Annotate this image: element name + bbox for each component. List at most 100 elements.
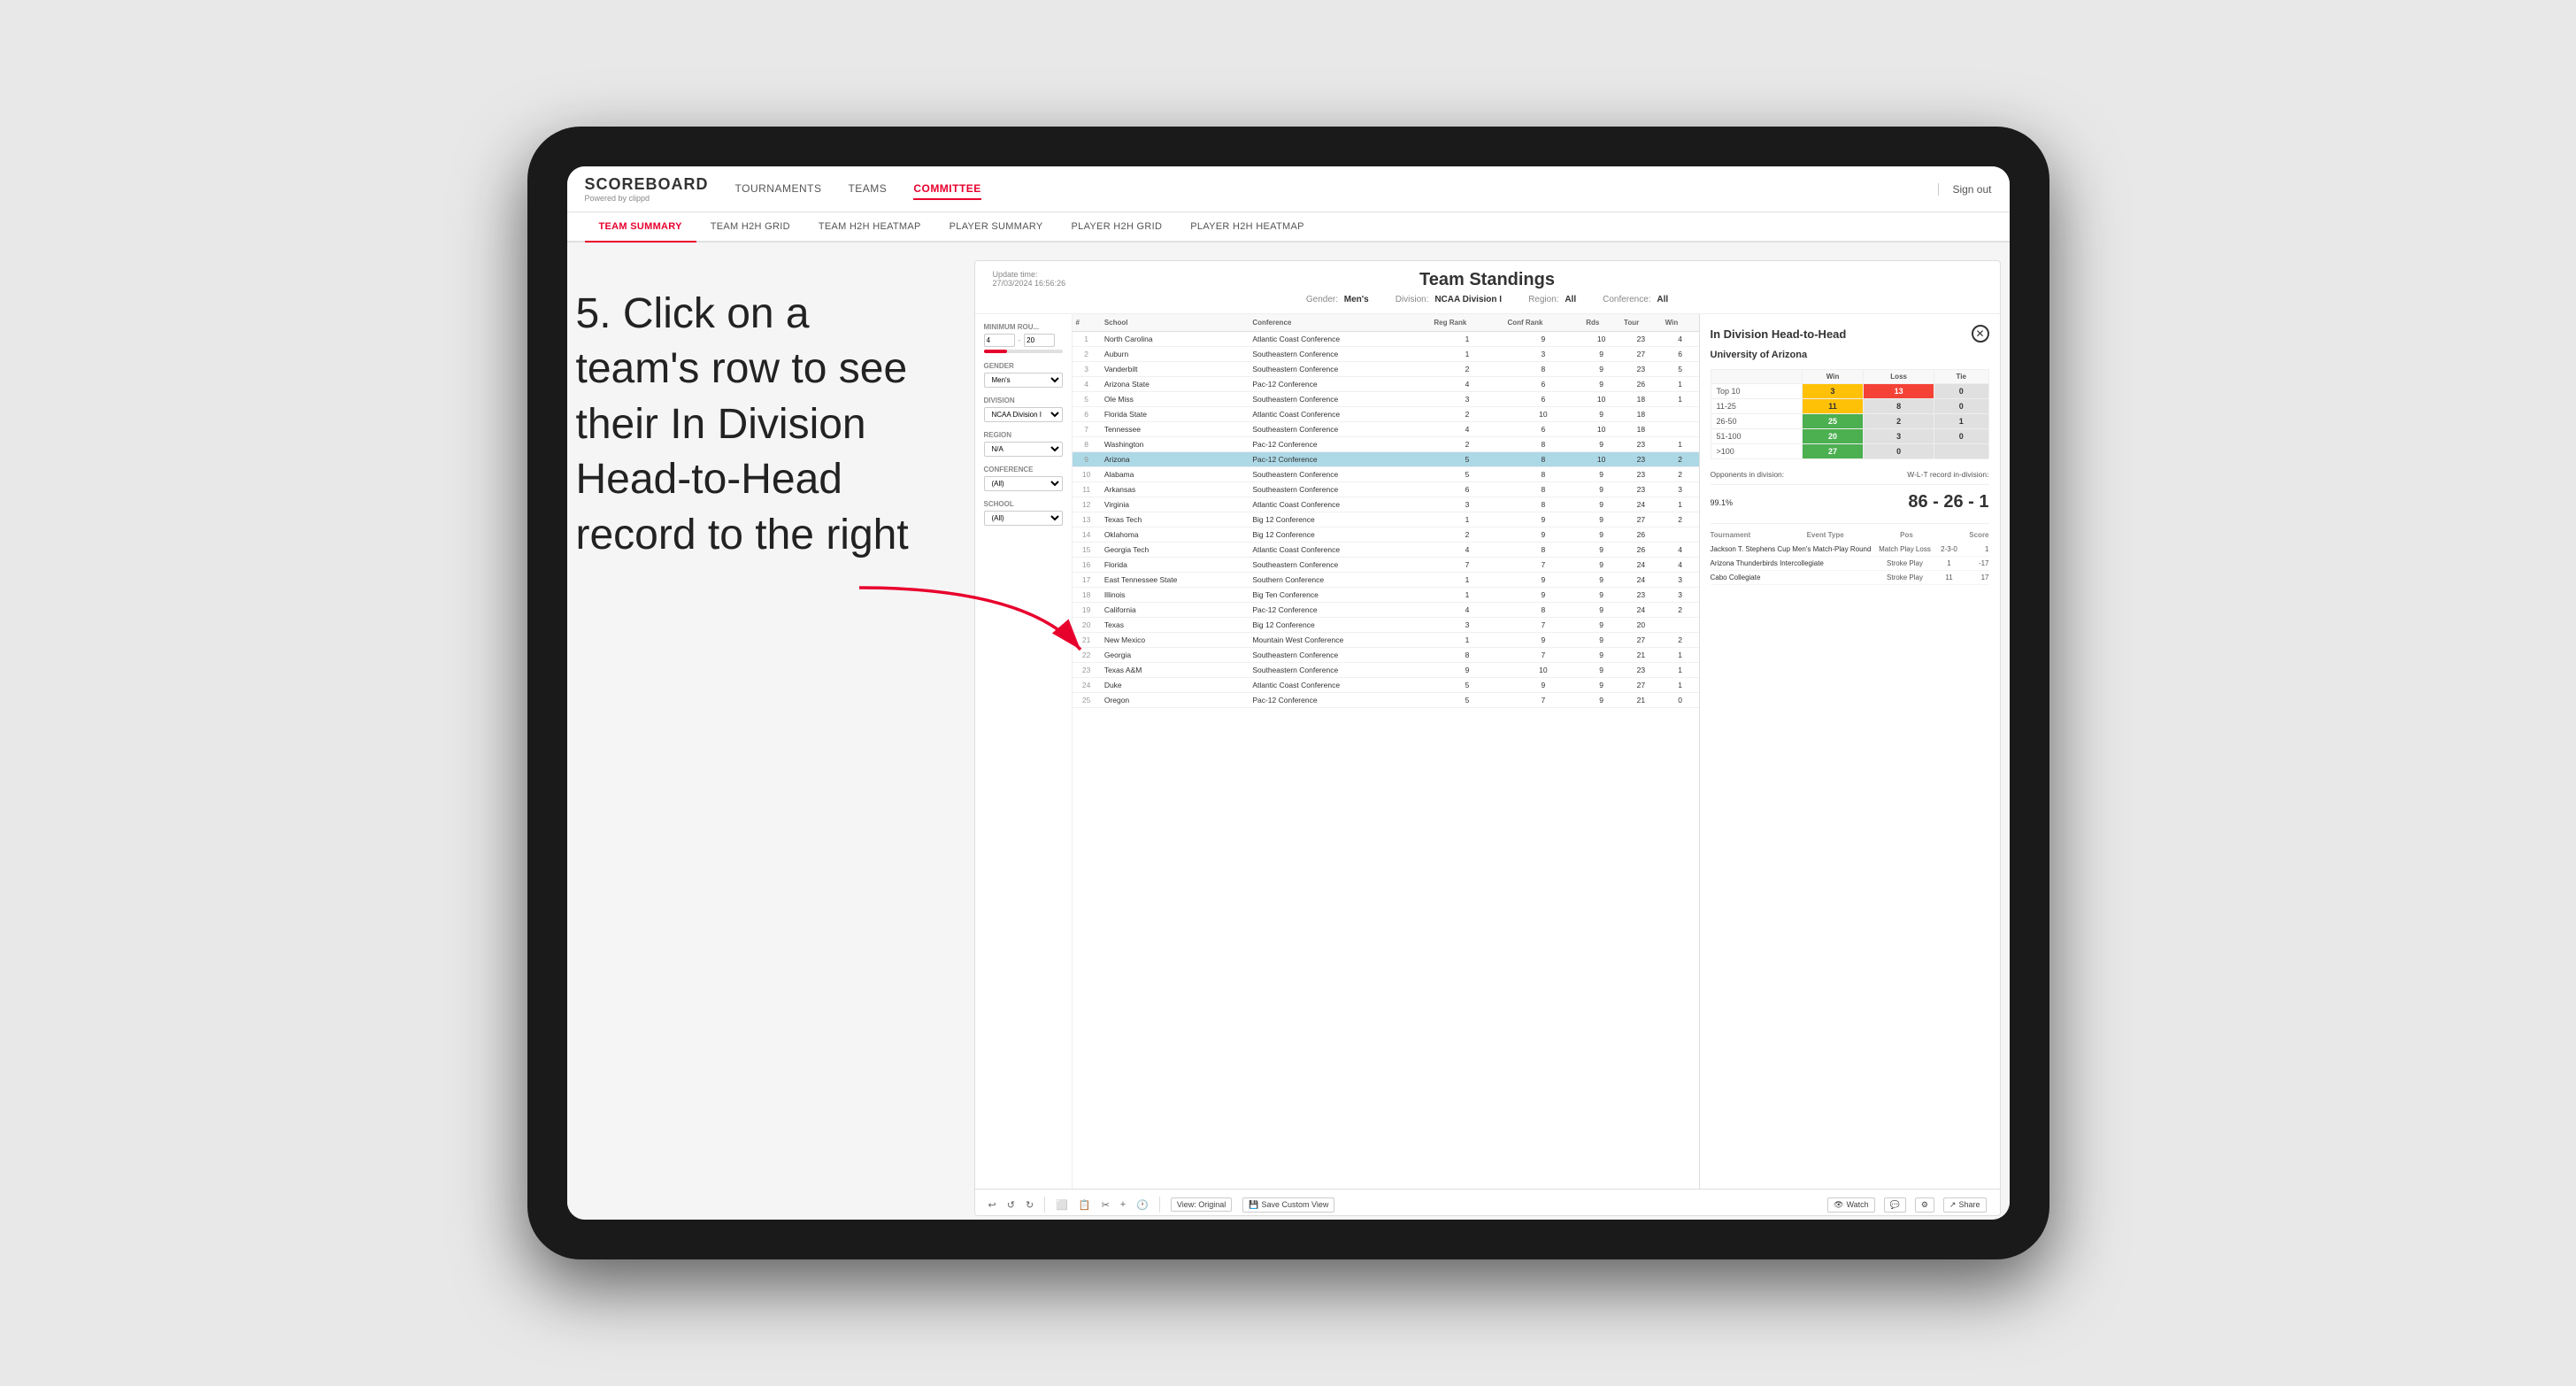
table-row[interactable]: 18 Illinois Big Ten Conference 1 9 9 23 … <box>1073 588 1699 603</box>
cell-win <box>1662 618 1699 633</box>
table-row[interactable]: 6 Florida State Atlantic Coast Conferenc… <box>1073 407 1699 422</box>
cell-conference: Southeastern Conference <box>1249 362 1430 377</box>
table-row[interactable]: 4 Arizona State Pac-12 Conference 4 6 9 … <box>1073 377 1699 392</box>
cell-win: 1 <box>1662 377 1699 392</box>
sub-nav-team-h2h-grid[interactable]: TEAM H2H GRID <box>696 212 804 241</box>
table-row[interactable]: 15 Georgia Tech Atlantic Coast Conferenc… <box>1073 543 1699 558</box>
cell-rank: 11 <box>1073 482 1101 497</box>
nav-teams[interactable]: TEAMS <box>848 179 887 200</box>
cell-win: 2 <box>1662 467 1699 482</box>
cell-tour: 24 <box>1620 558 1662 573</box>
sub-nav-team-h2h-heatmap[interactable]: TEAM H2H HEATMAP <box>804 212 935 241</box>
cell-conf-rank: 7 <box>1503 693 1582 708</box>
cell-conference: Pac-12 Conference <box>1249 377 1430 392</box>
max-rounds-input[interactable] <box>1024 334 1055 347</box>
cell-school: Vanderbilt <box>1101 362 1250 377</box>
cut-button[interactable]: ✂ <box>1102 1199 1110 1211</box>
cell-rds: 9 <box>1582 633 1620 648</box>
cell-conf-rank: 8 <box>1503 467 1582 482</box>
sub-nav-player-summary[interactable]: PLAYER SUMMARY <box>935 212 1057 241</box>
cell-reg-rank: 3 <box>1430 618 1503 633</box>
history-button[interactable]: 🕐 <box>1136 1199 1149 1211</box>
table-row[interactable]: 24 Duke Atlantic Coast Conference 5 9 9 … <box>1073 678 1699 693</box>
undo-button[interactable]: ↩ <box>988 1199 996 1211</box>
copy-button[interactable]: ⬜ <box>1056 1199 1068 1211</box>
table-row[interactable]: 23 Texas A&M Southeastern Conference 9 1… <box>1073 663 1699 678</box>
paste-button[interactable]: 📋 <box>1079 1199 1091 1211</box>
table-area[interactable]: # School Conference Reg Rank Conf Rank R… <box>1073 314 1699 1189</box>
tournament-row-2: Arizona Thunderbirds Intercollegiate Str… <box>1711 557 1989 571</box>
cell-rds: 9 <box>1582 648 1620 663</box>
table-row[interactable]: 21 New Mexico Mountain West Conference 1… <box>1073 633 1699 648</box>
sub-nav-team-summary[interactable]: TEAM SUMMARY <box>585 212 696 243</box>
h2h-close-button[interactable]: ✕ <box>1972 325 1989 343</box>
sub-nav-player-h2h-grid[interactable]: PLAYER H2H GRID <box>1057 212 1177 241</box>
table-row[interactable]: 25 Oregon Pac-12 Conference 5 7 9 21 0 <box>1073 693 1699 708</box>
table-row[interactable]: 12 Virginia Atlantic Coast Conference 3 … <box>1073 497 1699 512</box>
sign-out-link[interactable]: Sign out <box>1938 183 1991 196</box>
cell-tour: 27 <box>1620 678 1662 693</box>
cell-reg-rank: 1 <box>1430 347 1503 362</box>
table-row[interactable]: 14 Oklahoma Big 12 Conference 2 9 9 26 <box>1073 527 1699 543</box>
cell-conf-rank: 7 <box>1503 648 1582 663</box>
redo-button[interactable]: ↻ <box>1026 1199 1034 1211</box>
share-button[interactable]: ↗ Share <box>1943 1197 1987 1213</box>
table-row[interactable]: 19 California Pac-12 Conference 4 8 9 24… <box>1073 603 1699 618</box>
table-row[interactable]: 11 Arkansas Southeastern Conference 6 8 … <box>1073 482 1699 497</box>
tournament-row-3: Cabo Collegiate Stroke Play 11 17 <box>1711 571 1989 585</box>
division-select[interactable]: NCAA Division I NCAA Division II <box>984 407 1063 422</box>
table-row[interactable]: 13 Texas Tech Big 12 Conference 1 9 9 27… <box>1073 512 1699 527</box>
options-button[interactable]: ⚙ <box>1915 1197 1934 1213</box>
gender-select[interactable]: Men's Women's <box>984 373 1063 388</box>
table-row[interactable]: 7 Tennessee Southeastern Conference 4 6 … <box>1073 422 1699 437</box>
table-row[interactable]: 5 Ole Miss Southeastern Conference 3 6 1… <box>1073 392 1699 407</box>
col-school: School <box>1101 314 1250 332</box>
watch-button[interactable]: 👁 Watch <box>1827 1197 1875 1213</box>
sub-nav-player-h2h-heatmap[interactable]: PLAYER H2H HEATMAP <box>1176 212 1318 241</box>
view-original-button[interactable]: View: Original <box>1171 1197 1232 1212</box>
cell-reg-rank: 6 <box>1430 482 1503 497</box>
cell-school: Arizona State <box>1101 377 1250 392</box>
conference-select[interactable]: (All) ACC SEC <box>984 476 1063 491</box>
school-select[interactable]: (All) <box>984 511 1063 526</box>
cell-conference: Southeastern Conference <box>1249 663 1430 678</box>
cell-win: 2 <box>1662 633 1699 648</box>
logo-area: SCOREBOARD Powered by clippd <box>585 175 709 203</box>
h2h-win-51-100: 20 <box>1802 429 1863 444</box>
table-row[interactable]: 22 Georgia Southeastern Conference 8 7 9… <box>1073 648 1699 663</box>
nav-tournaments[interactable]: TOURNAMENTS <box>735 179 822 200</box>
cell-school: East Tennessee State <box>1101 573 1250 588</box>
cell-rds: 9 <box>1582 543 1620 558</box>
tournament-pos-1: 2-3-0 <box>1936 545 1963 553</box>
cell-win: 3 <box>1662 482 1699 497</box>
cell-tour: 23 <box>1620 482 1662 497</box>
back-button[interactable]: ↺ <box>1007 1199 1015 1211</box>
cell-school: Ole Miss <box>1101 392 1250 407</box>
min-rounds-input[interactable] <box>984 334 1015 347</box>
save-custom-button[interactable]: 💾 Save Custom View <box>1242 1197 1334 1213</box>
table-row[interactable]: 10 Alabama Southeastern Conference 5 8 9… <box>1073 467 1699 482</box>
watch-icon: 👁 <box>1834 1200 1843 1210</box>
table-row[interactable]: 9 Arizona Pac-12 Conference 5 8 10 23 2 <box>1073 452 1699 467</box>
cell-rank: 2 <box>1073 347 1101 362</box>
h2h-panel: In Division Head-to-Head ✕ University of… <box>1699 314 2000 1189</box>
table-row[interactable]: 2 Auburn Southeastern Conference 1 3 9 2… <box>1073 347 1699 362</box>
table-row[interactable]: 1 North Carolina Atlantic Coast Conferen… <box>1073 332 1699 347</box>
table-row[interactable]: 3 Vanderbilt Southeastern Conference 2 8… <box>1073 362 1699 377</box>
table-row[interactable]: 8 Washington Pac-12 Conference 2 8 9 23 … <box>1073 437 1699 452</box>
table-row[interactable]: 16 Florida Southeastern Conference 7 7 9… <box>1073 558 1699 573</box>
feedback-button[interactable]: 💬 <box>1884 1197 1906 1213</box>
table-row[interactable]: 20 Texas Big 12 Conference 3 7 9 20 <box>1073 618 1699 633</box>
panel-title: Team Standings <box>1099 270 1876 290</box>
tournament-name-2: Arizona Thunderbirds Intercollegiate <box>1711 559 1874 567</box>
cell-school: Georgia Tech <box>1101 543 1250 558</box>
cell-tour: 23 <box>1620 452 1662 467</box>
region-select[interactable]: N/A East West <box>984 442 1063 457</box>
cell-reg-rank: 5 <box>1430 467 1503 482</box>
add-button[interactable]: + <box>1120 1199 1126 1210</box>
filter-region-sidebar: Region N/A East West <box>984 431 1063 457</box>
region-value: All <box>1565 295 1576 304</box>
h2h-win-100plus: 27 <box>1802 444 1863 459</box>
nav-committee[interactable]: COMMITTEE <box>913 179 981 200</box>
table-row[interactable]: 17 East Tennessee State Southern Confere… <box>1073 573 1699 588</box>
